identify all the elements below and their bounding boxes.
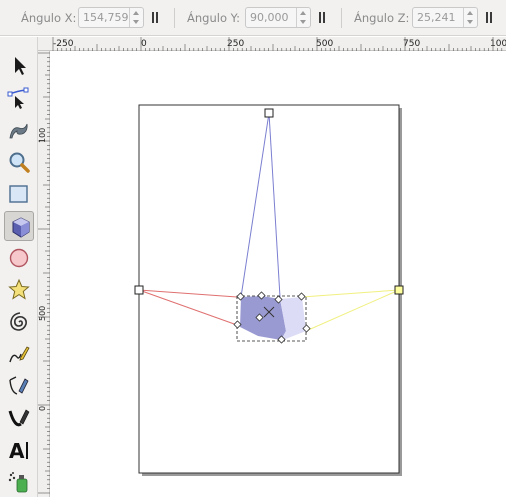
pencil-icon [9, 346, 30, 363]
vanishing-point-z[interactable] [394, 285, 404, 295]
text-tool-button[interactable]: A [4, 435, 34, 465]
pen-tool-button[interactable] [4, 371, 34, 401]
angle-z-spinner[interactable] [463, 8, 477, 27]
spiral-icon [10, 312, 27, 331]
calligraphy-tool-button[interactable] [4, 403, 34, 433]
circle-icon [9, 248, 29, 268]
tool-controls-bar: Ángulo X: 154,759 Ángulo Y: 90,000 Ángul… [0, 0, 506, 36]
angle-z-label: Ángulo Z: [354, 11, 410, 25]
star-tool-button[interactable] [4, 275, 34, 305]
angle-y-label: Ángulo Y: [187, 11, 241, 25]
vertical-ruler-ticks: 100 500 0 [38, 52, 50, 494]
angle-x-field[interactable]: 154,759 [78, 7, 144, 28]
separator [341, 8, 342, 28]
ruler-label: 0 [141, 39, 147, 49]
3d-box-icon [12, 217, 30, 238]
tweak-tool-button[interactable] [4, 115, 34, 145]
separator [174, 8, 175, 28]
toolbox: A [0, 37, 38, 497]
spiral-tool-button[interactable] [4, 307, 34, 337]
svg-text:A: A [9, 439, 25, 462]
angle-x-spinner[interactable] [129, 8, 143, 27]
ruler-label: 0 [38, 406, 47, 411]
ruler-label: 500 [38, 306, 47, 321]
magnifier-icon [9, 152, 30, 173]
text-icon: A [9, 439, 28, 462]
page-border [138, 104, 400, 474]
spray-tool-button[interactable] [4, 467, 34, 497]
angle-y-value: 90,000 [250, 11, 289, 24]
ruler-label: -250 [53, 39, 74, 49]
selector-tool-button[interactable] [4, 51, 34, 81]
arrow-icon [15, 57, 26, 75]
tweak-icon [9, 123, 28, 139]
node-tool-button[interactable] [4, 83, 34, 113]
vanishing-point-x[interactable] [134, 285, 144, 295]
angle-x-value: 154,759 [83, 11, 129, 24]
vanishing-point-y[interactable] [264, 108, 274, 118]
pause-icon[interactable] [485, 12, 493, 23]
ruler-label: 250 [227, 39, 244, 49]
ruler-corner [38, 37, 50, 51]
pencil-tool-button[interactable] [4, 339, 34, 369]
drawing-canvas[interactable] [50, 51, 506, 497]
3dbox-tool-button[interactable] [4, 211, 34, 241]
spray-icon [8, 472, 28, 493]
pause-icon[interactable] [151, 12, 159, 23]
star-icon [8, 278, 30, 300]
ruler-label: 750 [403, 39, 420, 49]
angle-z-field[interactable]: 25,241 [412, 7, 478, 28]
ellipse-tool-button[interactable] [4, 243, 34, 273]
horizontal-ruler-ticks: -250 0 250 500 750 100 [52, 37, 506, 51]
angle-y-field[interactable]: 90,000 [245, 7, 311, 28]
angle-y-spinner[interactable] [296, 8, 310, 27]
ruler-label: 500 [316, 39, 333, 49]
horizontal-ruler[interactable]: -250 0 250 500 750 100 [50, 37, 506, 51]
rect-tool-button[interactable] [4, 179, 34, 209]
pause-icon[interactable] [318, 12, 326, 23]
pen-icon [9, 376, 29, 395]
canvas-drawing [134, 104, 404, 476]
ruler-label: 100 [490, 39, 506, 49]
calligraphy-icon [8, 409, 30, 427]
angle-z-value: 25,241 [417, 11, 456, 24]
rectangle-icon [9, 185, 28, 203]
zoom-tool-button[interactable] [4, 147, 34, 177]
angle-x-label: Ángulo X: [21, 11, 77, 25]
vertical-ruler[interactable]: 100 500 0 [38, 51, 50, 497]
node-edit-icon [7, 87, 29, 109]
